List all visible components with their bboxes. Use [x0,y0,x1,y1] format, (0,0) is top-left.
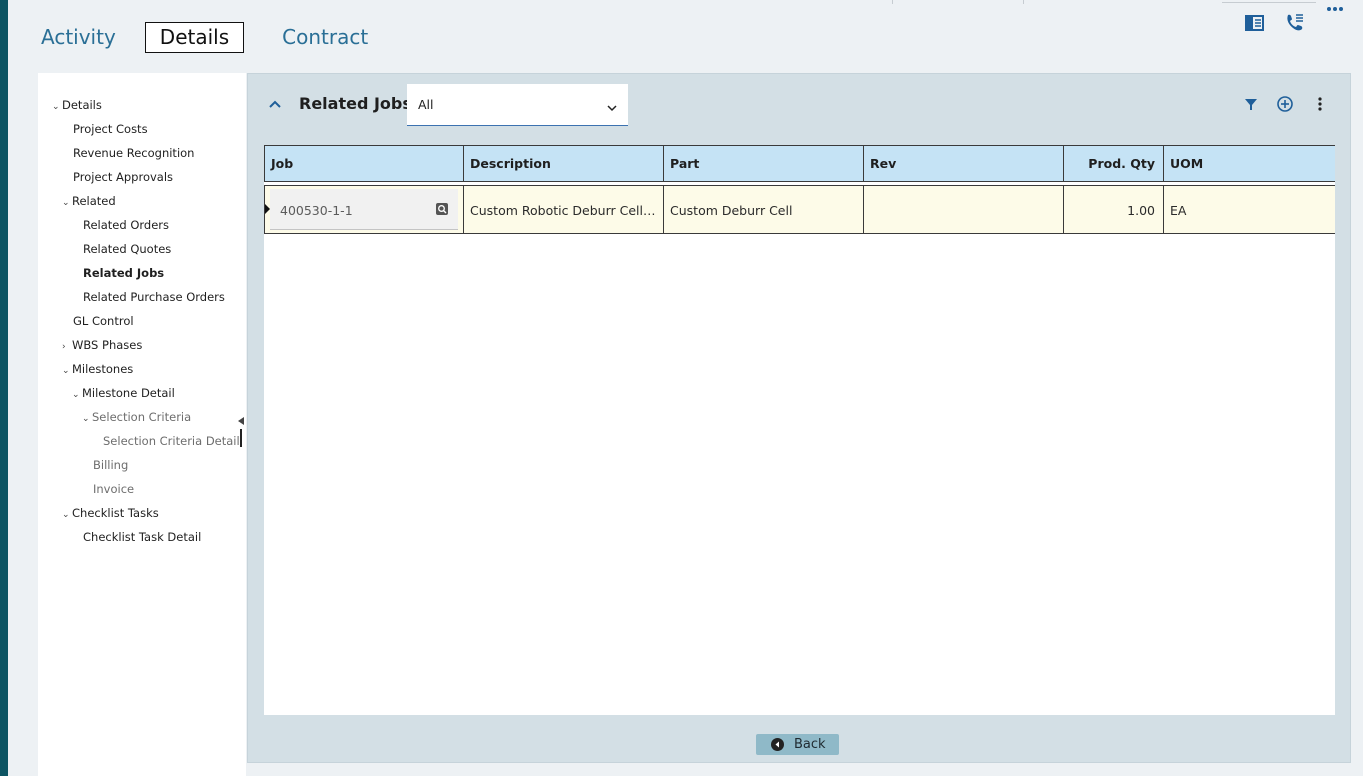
tree-item-project-approvals[interactable]: Project Approvals [73,170,173,184]
tree-item-milestones[interactable]: ⌄ Milestones [62,362,133,378]
chevron-down-icon: ⌄ [52,102,60,112]
related-jobs-filter-select[interactable]: All [407,84,628,126]
chevron-down-icon: ⌄ [72,390,80,400]
tree-item-label: Related Orders [83,218,170,232]
add-circle-icon[interactable] [1276,95,1294,113]
tree-item-related-orders[interactable]: Related Orders [83,218,169,232]
tree-item-project-costs[interactable]: Project Costs [73,122,148,136]
phone-list-icon[interactable] [1284,11,1306,33]
more-vertical-icon[interactable] [1311,95,1329,113]
tree-item-label: Selection Criteria Detail [103,434,240,448]
tree-item-revenue-recognition[interactable]: Revenue Recognition [73,146,194,160]
chevron-right-icon: › [62,342,66,352]
tree-item-label: Selection Criteria [92,410,192,424]
cell-prod-qty[interactable]: 1.00 [1064,185,1164,234]
job-value: 400530-1-1 [280,203,353,218]
related-jobs-grid: Job Description Part Rev Prod. Qty UOM 4… [264,145,1335,715]
tree-item-billing[interactable]: Billing [93,458,128,472]
toolbar-divider [892,0,893,4]
tree-item-label: Related [72,194,116,208]
cell-uom[interactable]: EA [1164,185,1335,234]
cell-rev[interactable] [864,185,1064,234]
search-lookup-icon[interactable] [435,202,449,216]
tree-item-label: Related Jobs [83,266,165,280]
back-arrow-icon [771,738,784,751]
column-header-uom[interactable]: UOM [1164,145,1335,182]
chevron-up-icon[interactable] [267,96,283,112]
tree-item-label: Checklist Task Detail [83,530,202,544]
table-row[interactable]: 400530-1-1 Custom Robotic Deburr Cell w.… [264,185,1335,234]
related-jobs-panel: Related Jobs All Job Description Part Re… [247,73,1351,763]
column-header-prod-qty[interactable]: Prod. Qty [1064,145,1164,182]
tree-item-related[interactable]: ⌄ Related [62,194,116,210]
grid-header-row: Job Description Part Rev Prod. Qty UOM [264,145,1335,182]
cell-job: 400530-1-1 [264,185,464,234]
chevron-down-icon [606,99,618,112]
panel-header: Related Jobs All [248,74,1350,136]
cell-description[interactable]: Custom Robotic Deburr Cell w... [464,185,664,234]
tree-item-label: Project Approvals [73,170,174,184]
sidebar-tree: ⌄ Details Project Costs Revenue Recogniti… [38,73,246,776]
job-field[interactable]: 400530-1-1 [270,189,458,230]
tree-item-label: Checklist Tasks [72,506,159,520]
tree-item-label: Billing [93,458,129,472]
tree-item-related-quotes[interactable]: Related Quotes [83,242,171,256]
tree-item-label: Related Purchase Orders [83,290,225,304]
tree-item-wbs-phases[interactable]: › WBS Phases [62,338,142,354]
top-tabs: Activity Details Contract [30,20,397,55]
tree-item-label: Milestone Detail [82,386,175,400]
tree-item-invoice[interactable]: Invoice [93,482,134,496]
tree-item-label: GL Control [73,314,134,328]
filter-select-value: All [418,97,434,112]
tree-item-selection-criteria-detail[interactable]: Selection Criteria Detail [103,434,240,448]
tree-item-label: Revenue Recognition [73,146,195,160]
toolbar-divider [1023,0,1024,4]
column-header-description[interactable]: Description [464,145,664,182]
tab-contract[interactable]: Contract [271,20,379,55]
chevron-down-icon: ⌄ [62,198,70,208]
tree-item-related-jobs[interactable]: Related Jobs [83,266,164,280]
tree-item-label: Details [62,98,102,112]
chevron-down-icon: ⌄ [82,414,90,424]
tree-item-label: WBS Phases [72,338,143,352]
chevron-down-icon: ⌄ [62,366,70,376]
more-horizontal-icon[interactable] [1326,0,1346,11]
tree-item-details[interactable]: ⌄ Details [52,98,102,114]
cell-part[interactable]: Custom Deburr Cell [664,185,864,234]
tree-item-label: Milestones [72,362,134,376]
back-button[interactable]: Back [756,734,839,755]
filter-icon[interactable] [1242,95,1260,113]
sidebar-scroll-indicator[interactable] [240,429,242,447]
column-header-job[interactable]: Job [264,145,464,182]
tree-item-checklist-task-detail[interactable]: Checklist Task Detail [83,530,201,544]
back-button-label: Back [794,737,826,752]
tree-item-selection-criteria[interactable]: ⌄ Selection Criteria [82,410,191,426]
column-header-rev[interactable]: Rev [864,145,1064,182]
column-header-part[interactable]: Part [664,145,864,182]
panel-title: Related Jobs [299,94,412,113]
tree-item-gl-control[interactable]: GL Control [73,314,134,328]
tree-item-label: Related Quotes [83,242,172,256]
app-left-strip [0,0,8,776]
sidebar-collapse-icon[interactable] [238,410,244,425]
tree-item-related-purchase-orders[interactable]: Related Purchase Orders [83,290,225,304]
toolbar-underline [1222,2,1316,3]
panel-layout-icon[interactable] [1244,13,1266,35]
tree-item-label: Project Costs [73,122,148,136]
tree-item-label: Invoice [93,482,135,496]
tree-item-milestone-detail[interactable]: ⌄ Milestone Detail [72,386,175,402]
tree-item-checklist-tasks[interactable]: ⌄ Checklist Tasks [62,506,159,522]
chevron-down-icon: ⌄ [62,510,70,520]
tab-details[interactable]: Details [144,22,245,53]
tab-activity[interactable]: Activity [30,20,127,55]
